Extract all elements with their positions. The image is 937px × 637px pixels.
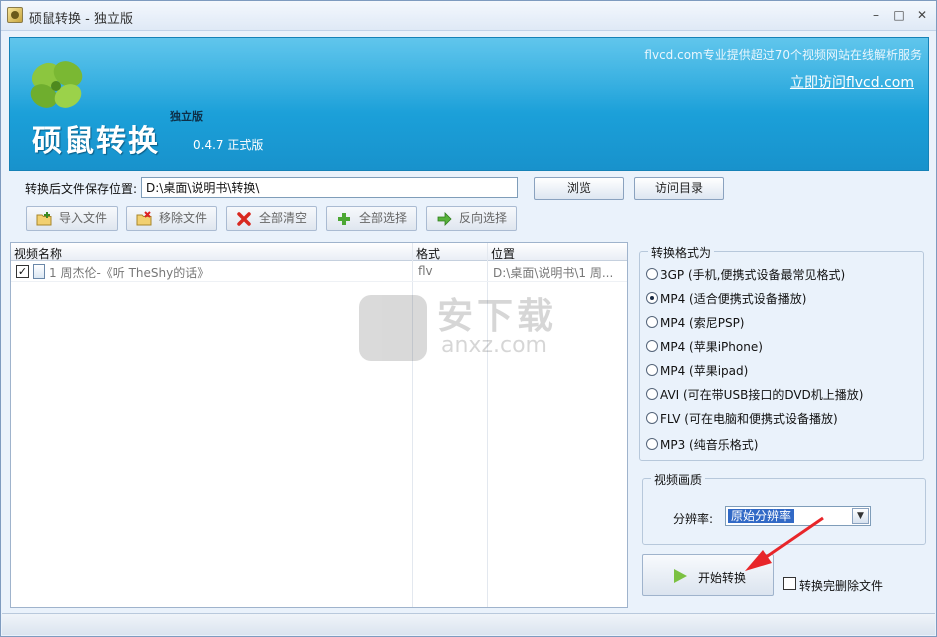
- maximize-button[interactable]: □: [890, 7, 908, 23]
- resolution-label: 分辨率:: [673, 512, 714, 526]
- clear-all-label: 全部清空: [259, 211, 308, 225]
- delete-after-checkbox[interactable]: [783, 577, 796, 590]
- format-option-label: FLV (可在电脑和便携式设备播放): [660, 412, 838, 426]
- format-option-label: MP4 (适合便携式设备播放): [660, 292, 807, 306]
- file-list-header: 视频名称 格式 位置: [11, 243, 627, 261]
- select-all-button[interactable]: 全部选择: [326, 206, 417, 231]
- format-option-label: AVI (可在带USB接口的DVD机上播放): [660, 388, 864, 402]
- radio-button[interactable]: [646, 412, 658, 424]
- file-icon: [33, 264, 45, 279]
- column-header-location[interactable]: 位置: [491, 245, 515, 262]
- red-x-icon: [237, 212, 251, 226]
- clear-all-button[interactable]: 全部清空: [226, 206, 317, 231]
- minimize-button[interactable]: –: [867, 7, 885, 23]
- radio-button[interactable]: [646, 268, 658, 280]
- column-header-format[interactable]: 格式: [416, 245, 440, 262]
- format-option-label: MP4 (索尼PSP): [660, 316, 745, 330]
- start-convert-button[interactable]: 开始转换: [642, 554, 774, 596]
- row-checkbox[interactable]: ✓: [16, 265, 29, 278]
- open-directory-button[interactable]: 访问目录: [634, 177, 724, 200]
- app-icon: [7, 7, 23, 23]
- save-path-input[interactable]: [141, 177, 518, 198]
- green-arrow-icon: [437, 212, 452, 226]
- status-bar: [2, 613, 935, 635]
- header-banner: 硕鼠转换 独立版 0.4.7 正式版 flvcd.com专业提供超过70个视频网…: [9, 37, 929, 171]
- watermark-shield-icon: [359, 295, 427, 361]
- row-file-format: flv: [418, 264, 433, 278]
- format-option-label: MP4 (苹果iPhone): [660, 340, 763, 354]
- radio-button[interactable]: [646, 364, 658, 376]
- quality-group-title: 视频画质: [651, 471, 706, 488]
- row-divider: [11, 281, 627, 282]
- watermark-subtext: anxz.com: [441, 333, 547, 358]
- browse-button[interactable]: 浏览: [534, 177, 624, 200]
- format-option-label: 3GP (手机,便携式设备最常见格式): [660, 268, 846, 282]
- format-option-label: MP4 (苹果ipad): [660, 364, 749, 378]
- format-option-label: MP3 (纯音乐格式): [660, 438, 759, 452]
- radio-button[interactable]: [646, 292, 658, 304]
- watermark: 安下载 anxz.com: [359, 287, 589, 367]
- format-group-title: 转换格式为: [648, 244, 715, 261]
- import-file-label: 导入文件: [59, 211, 108, 225]
- resolution-select[interactable]: 原始分辨率 ▼: [725, 506, 871, 526]
- version-label: 0.4.7 正式版: [193, 138, 264, 152]
- row-file-location: D:\桌面\说明书\1 周...: [493, 266, 614, 280]
- resolution-value: 原始分辨率: [728, 509, 795, 523]
- edition-label: 独立版: [170, 110, 203, 123]
- chevron-down-icon[interactable]: ▼: [852, 508, 869, 524]
- invert-selection-button[interactable]: 反向选择: [426, 206, 517, 231]
- select-all-label: 全部选择: [359, 211, 408, 225]
- start-convert-label: 开始转换: [698, 571, 747, 585]
- table-row[interactable]: ✓ 1 周杰伦-《听 TheShy的话》 flv D:\桌面\说明书\1 周..…: [11, 262, 627, 281]
- folder-remove-icon: [136, 211, 152, 226]
- radio-button[interactable]: [646, 340, 658, 352]
- clover-leaf-icon: [30, 61, 83, 108]
- play-icon: [674, 569, 687, 583]
- radio-button[interactable]: [646, 438, 658, 450]
- visit-site-link[interactable]: 立即访问flvcd.com: [790, 72, 914, 92]
- delete-after-label: 转换完删除文件: [799, 579, 884, 593]
- row-file-name: 1 周杰伦-《听 TheShy的话》: [49, 266, 210, 280]
- save-path-label: 转换后文件保存位置:: [25, 182, 138, 196]
- green-plus-icon: [338, 213, 350, 225]
- app-window: 硕鼠转换 - 独立版 – □ ✕ 硕鼠转换 独立版 0.4.7 正式版 flvc…: [0, 0, 937, 637]
- service-text: flvcd.com专业提供超过70个视频网站在线解析服务: [644, 48, 922, 62]
- invert-selection-label: 反向选择: [459, 211, 508, 225]
- remove-file-button[interactable]: 移除文件: [126, 206, 217, 231]
- column-header-name[interactable]: 视频名称: [14, 245, 62, 262]
- folder-add-icon: [36, 212, 52, 226]
- radio-button[interactable]: [646, 388, 658, 400]
- remove-file-label: 移除文件: [159, 211, 208, 225]
- title-bar: 硕鼠转换 - 独立版 – □ ✕: [1, 1, 936, 31]
- brand-name: 硕鼠转换: [32, 124, 160, 159]
- window-title: 硕鼠转换 - 独立版: [29, 12, 133, 27]
- radio-button[interactable]: [646, 316, 658, 328]
- watermark-text: 安下载: [437, 296, 558, 337]
- import-file-button[interactable]: 导入文件: [26, 206, 118, 231]
- close-button[interactable]: ✕: [913, 7, 931, 23]
